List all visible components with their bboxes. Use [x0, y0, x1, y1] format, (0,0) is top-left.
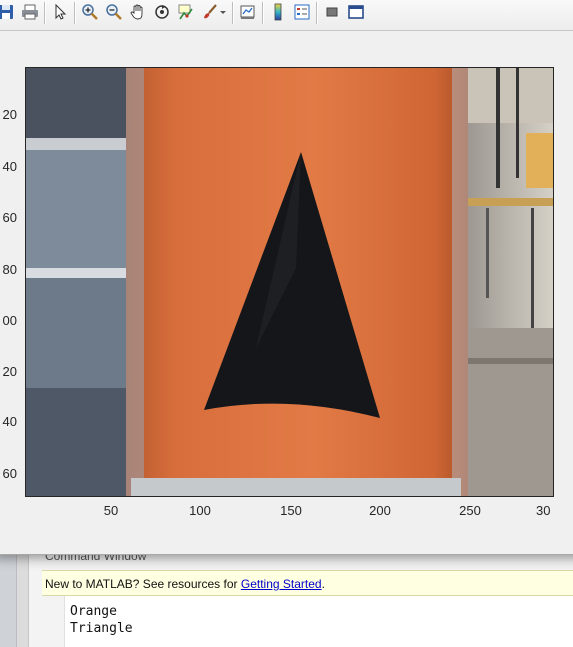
show-plot-tools-icon[interactable]: [346, 2, 366, 22]
x-tick-label: 250: [459, 503, 481, 518]
y-tick-label: 40: [2, 159, 17, 174]
data-cursor-icon[interactable]: [176, 2, 196, 22]
y-tick-label: 80: [2, 262, 17, 277]
hide-plot-tools-icon[interactable]: [322, 2, 342, 22]
y-tick-label: 00: [2, 313, 17, 328]
pan-icon[interactable]: [128, 2, 148, 22]
y-tick-label: 20: [2, 107, 17, 122]
y-tick-label: 40: [2, 414, 17, 429]
camera-image: [26, 68, 553, 496]
brush-icon[interactable]: [200, 2, 220, 22]
image-display[interactable]: [25, 67, 554, 497]
notice-tail: .: [321, 577, 325, 591]
legend-icon[interactable]: [292, 2, 312, 22]
notice-text: New to MATLAB? See resources for: [45, 577, 241, 591]
figure-toolbar: [0, 0, 573, 31]
output-line-color: Orange: [70, 604, 117, 619]
left-panel-edge: [0, 540, 17, 647]
command-output[interactable]: Orange Triangle: [42, 596, 573, 647]
toolbar-separator: [232, 2, 234, 24]
command-gutter: [42, 596, 65, 647]
x-tick-label: 200: [369, 503, 391, 518]
x-tick-label: 50: [103, 503, 119, 518]
save-icon[interactable]: [0, 2, 16, 22]
axes[interactable]: 20 40 60 80 00 20 40 60 50 100 150 200 2…: [3, 67, 554, 518]
toolbar-separator: [262, 2, 264, 24]
figure-window: 20 40 60 80 00 20 40 60 50 100 150 200 2…: [0, 0, 573, 555]
print-icon[interactable]: [20, 2, 40, 22]
getting-started-notice: New to MATLAB? See resources for Getting…: [42, 570, 573, 596]
rotate-icon[interactable]: [152, 2, 172, 22]
zoom-out-icon[interactable]: [104, 2, 124, 22]
colorbar-icon[interactable]: [268, 2, 288, 22]
y-tick-label: 20: [2, 364, 17, 379]
brush-dropdown-icon[interactable]: [218, 2, 228, 22]
pointer-icon[interactable]: [50, 2, 70, 22]
output-line-shape: Triangle: [70, 621, 133, 636]
x-tick-label: 150: [280, 503, 302, 518]
getting-started-link[interactable]: Getting Started: [241, 577, 322, 591]
x-tick-label: 100: [189, 503, 211, 518]
toolbar-separator: [44, 2, 46, 24]
y-tick-label: 60: [2, 210, 17, 225]
zoom-in-icon[interactable]: [80, 2, 100, 22]
x-tick-label: 30: [536, 503, 551, 518]
command-window: Command Window New to MATLAB? See resour…: [28, 546, 573, 647]
toolbar-separator: [74, 2, 76, 24]
y-tick-label: 60: [2, 466, 17, 481]
link-plot-icon[interactable]: [238, 2, 258, 22]
toolbar-separator: [316, 2, 318, 24]
